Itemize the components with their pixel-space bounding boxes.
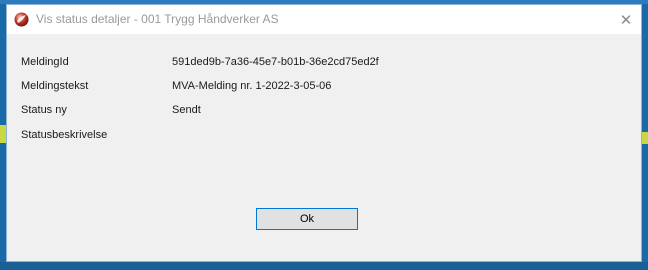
status-details-dialog: Vis status detaljer - 001 Trygg Håndverk… xyxy=(6,4,642,262)
ok-button-label: Ok xyxy=(299,213,315,225)
ok-button[interactable]: Ok xyxy=(256,208,358,230)
app-logo-icon xyxy=(14,12,29,27)
close-icon: ✕ xyxy=(619,11,633,29)
field-label: Meldingstekst xyxy=(21,80,89,92)
window-title: Vis status detaljer - 001 Trygg Håndverk… xyxy=(36,12,279,26)
field-label: Statusbeskrivelse xyxy=(21,129,108,141)
field-value: MVA-Melding nr. 1-2022-3-05-06 xyxy=(172,80,332,92)
field-value: Sendt xyxy=(172,104,201,116)
title-bar[interactable]: Vis status detaljer - 001 Trygg Håndverk… xyxy=(7,5,641,34)
background-accent-right xyxy=(642,132,648,144)
background-taskbar-edge xyxy=(0,262,648,270)
field-label: MeldingId xyxy=(21,56,69,68)
close-button[interactable]: ✕ xyxy=(611,5,641,34)
field-value: 591ded9b-7a36-45e7-b01b-36e2cd75ed2f xyxy=(172,56,379,68)
field-label: Status ny xyxy=(21,104,67,116)
